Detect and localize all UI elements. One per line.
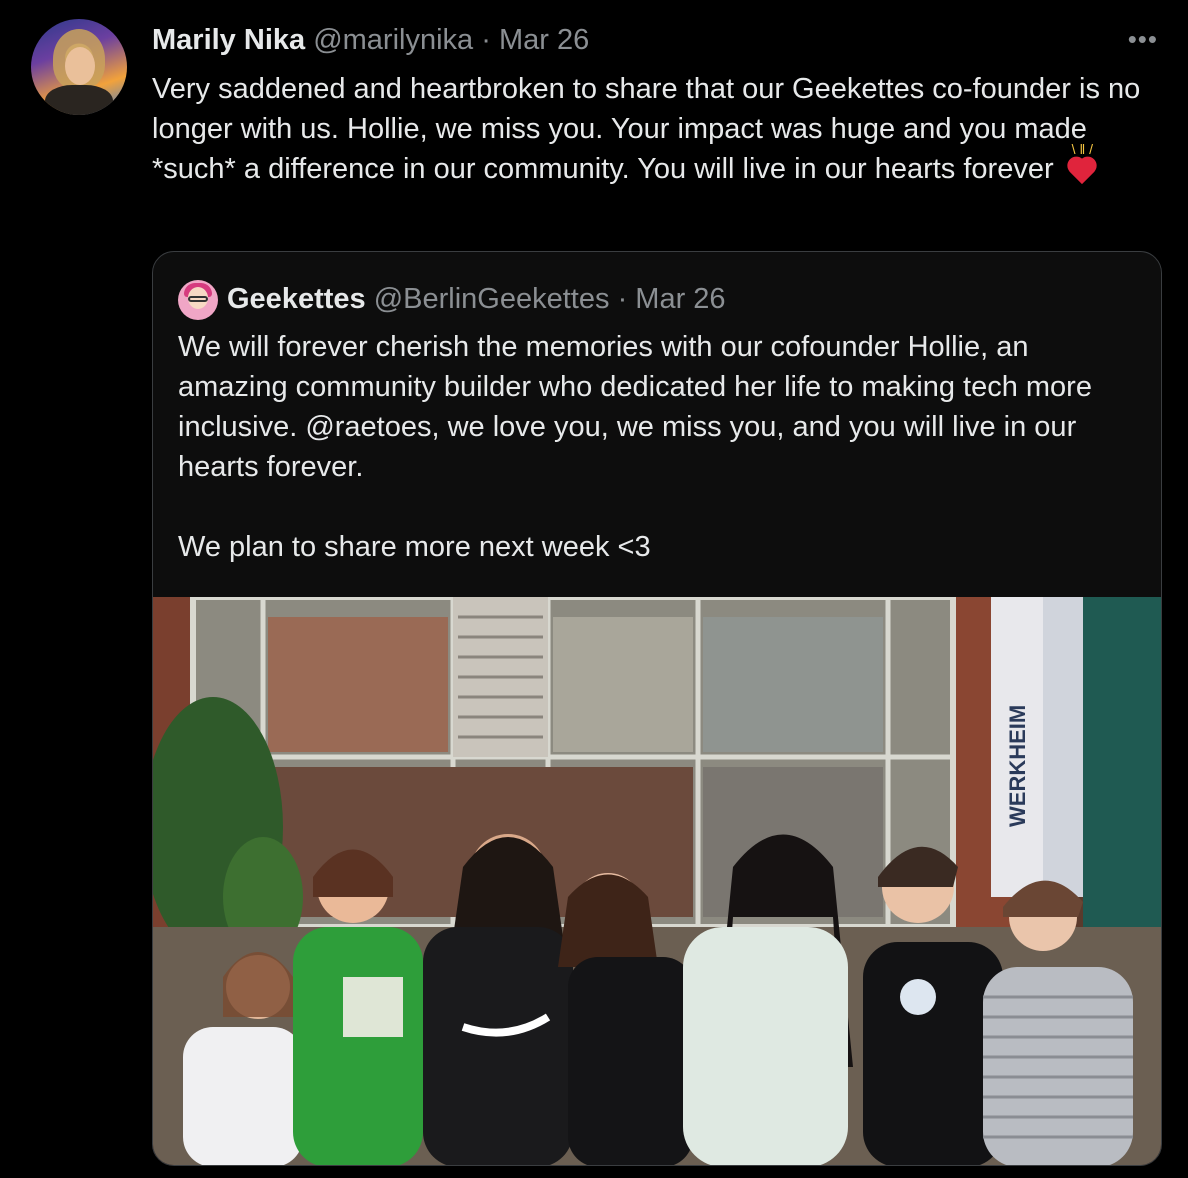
author-name[interactable]: Marily Nika	[152, 24, 305, 56]
quoted-paragraph-2: We plan to share more next week <3	[178, 531, 651, 563]
author-handle[interactable]: @marilynika	[313, 24, 473, 56]
more-options-icon[interactable]: •••	[1128, 24, 1158, 55]
tweet-date[interactable]: Mar 26	[499, 24, 589, 56]
quoted-tweet[interactable]: Geekettes @BerlinGeekettes · Mar 26 We w…	[152, 251, 1162, 1166]
tweet-body: Very saddened and heartbroken to share t…	[152, 73, 1141, 185]
author-avatar[interactable]	[31, 19, 127, 115]
quoted-header: Geekettes @BerlinGeekettes · Mar 26	[227, 281, 726, 317]
tweet-text: Very saddened and heartbroken to share t…	[152, 69, 1172, 189]
group-photo-image: WERKHEIM	[153, 597, 1161, 1165]
group-photo[interactable]: WERKHEIM	[153, 597, 1161, 1165]
quoted-avatar[interactable]	[178, 280, 218, 320]
beating-heart-icon: \ ‖ /	[1066, 142, 1100, 182]
quoted-separator: ·	[617, 283, 628, 315]
header-separator: ·	[481, 24, 491, 56]
tweet[interactable]: Marily Nika @marilynika · Mar 26 ••• Ver…	[0, 0, 1188, 1178]
quoted-handle[interactable]: @BerlinGeekettes	[374, 283, 610, 315]
banner-text: WERKHEIM	[1005, 705, 1030, 827]
quoted-date[interactable]: Mar 26	[635, 283, 725, 315]
quoted-name[interactable]: Geekettes	[227, 283, 366, 315]
tweet-header: Marily Nika @marilynika · Mar 26	[152, 22, 589, 58]
quoted-text: We will forever cherish the memories wit…	[178, 327, 1138, 567]
quoted-paragraph-1: We will forever cherish the memories wit…	[178, 331, 1092, 483]
